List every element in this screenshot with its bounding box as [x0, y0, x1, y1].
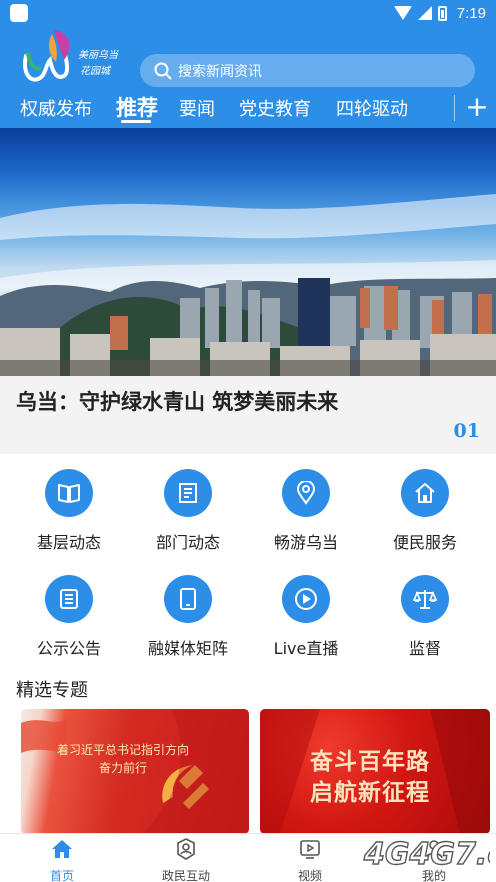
grid-item-travel[interactable]: 畅游乌当: [251, 469, 361, 553]
news-icon: [164, 469, 212, 517]
tab-party-history[interactable]: 党史教育: [239, 95, 311, 121]
category-tabs: 权威发布 推荐 要闻 党史教育 四轮驱动: [0, 88, 460, 128]
search-bar[interactable]: 搜索新闻资讯: [140, 54, 475, 87]
tab-authority[interactable]: 权威发布: [20, 95, 92, 121]
site-watermark: 4G4G7.com: [362, 836, 490, 872]
grid-item-media-matrix[interactable]: 融媒体矩阵: [133, 575, 243, 659]
nav-video[interactable]: 视频: [270, 838, 350, 882]
grid-item-department[interactable]: 部门动态: [133, 469, 243, 553]
book-icon: [45, 469, 93, 517]
status-bar: 7:19: [0, 0, 496, 26]
tab-divider: [454, 95, 455, 121]
banner-caption-area[interactable]: 乌当：守护绿水青山 筑梦美丽未来 01: [0, 376, 496, 454]
status-icons: 7:19: [393, 3, 486, 23]
logo-icon: 美丽乌当 花园城: [23, 30, 119, 82]
interaction-icon: [177, 838, 195, 860]
location-pin-icon: [282, 469, 330, 517]
grid-label: 基层动态: [36, 533, 101, 552]
grid-item-supervision[interactable]: 监督: [370, 575, 480, 659]
video-icon: [300, 840, 320, 859]
grid-label: 公示公告: [36, 639, 101, 658]
grid-label: 便民服务: [392, 533, 457, 552]
grid-label: 监督: [408, 639, 441, 658]
notice-board-icon: [45, 575, 93, 623]
battery-icon: [437, 5, 447, 21]
search-icon: [154, 62, 172, 79]
svg-text:美丽乌当: 美丽乌当: [78, 49, 119, 61]
banner-image[interactable]: [0, 128, 496, 376]
svg-text:花园城: 花园城: [80, 65, 112, 77]
featured-card-guidance[interactable]: 着习近平总书记指引方向 奋力前行: [21, 709, 249, 834]
tab-news[interactable]: 要闻: [179, 95, 215, 121]
tablet-icon: [164, 575, 212, 623]
play-icon: [282, 575, 330, 623]
wifi-icon: [393, 6, 412, 20]
grid-label: Live直播: [273, 639, 339, 658]
scales-icon: [401, 575, 449, 623]
home-icon: [401, 469, 449, 517]
grid-item-notices[interactable]: 公示公告: [14, 575, 124, 659]
app-notification-icon: [10, 4, 28, 22]
app-screen: 7:19 美丽乌当 花园城 搜索新闻资讯 权威发布 推荐 要闻 党史教育 四轮驱…: [0, 0, 496, 882]
home-icon: [52, 840, 72, 858]
active-tab-indicator: [121, 120, 151, 123]
city-skyline-image: [0, 194, 496, 376]
header: 7:19 美丽乌当 花园城 搜索新闻资讯 权威发布 推荐 要闻 党史教育 四轮驱…: [0, 0, 496, 128]
featured-section-title: 精选专题: [16, 680, 88, 701]
banner-page-indicator: 01: [453, 420, 480, 442]
grid-item-grassroots[interactable]: 基层动态: [14, 469, 124, 553]
banner-caption: 乌当：守护绿水青山 筑梦美丽未来: [16, 389, 339, 414]
featured-card-centennial[interactable]: 奋斗百年路 启航新征程: [260, 709, 490, 834]
grid-item-live[interactable]: Live直播: [251, 575, 361, 659]
nav-home[interactable]: 首页: [22, 838, 102, 882]
nav-interaction[interactable]: 政民互动: [146, 838, 226, 882]
grid-label: 畅游乌当: [273, 533, 338, 552]
tab-recommend[interactable]: 推荐: [116, 92, 158, 122]
app-logo[interactable]: 美丽乌当 花园城: [16, 26, 128, 88]
grid-label: 融媒体矩阵: [147, 639, 228, 658]
card-guidance-text: 着习近平总书记指引方向 奋力前行: [56, 743, 189, 775]
card-centennial-title: 奋斗百年路 启航新征程: [310, 749, 430, 806]
add-tab-icon[interactable]: +: [464, 93, 490, 122]
signal-icon: [417, 6, 432, 20]
grid-label: 部门动态: [155, 533, 220, 552]
tab-four-wheels[interactable]: 四轮驱动: [336, 95, 408, 121]
grid-item-services[interactable]: 便民服务: [370, 469, 480, 553]
search-placeholder: 搜索新闻资讯: [178, 63, 262, 80]
status-time: 7:19: [456, 4, 486, 22]
svg-text:4G4G7.com: 4G4G7.com: [363, 837, 490, 872]
